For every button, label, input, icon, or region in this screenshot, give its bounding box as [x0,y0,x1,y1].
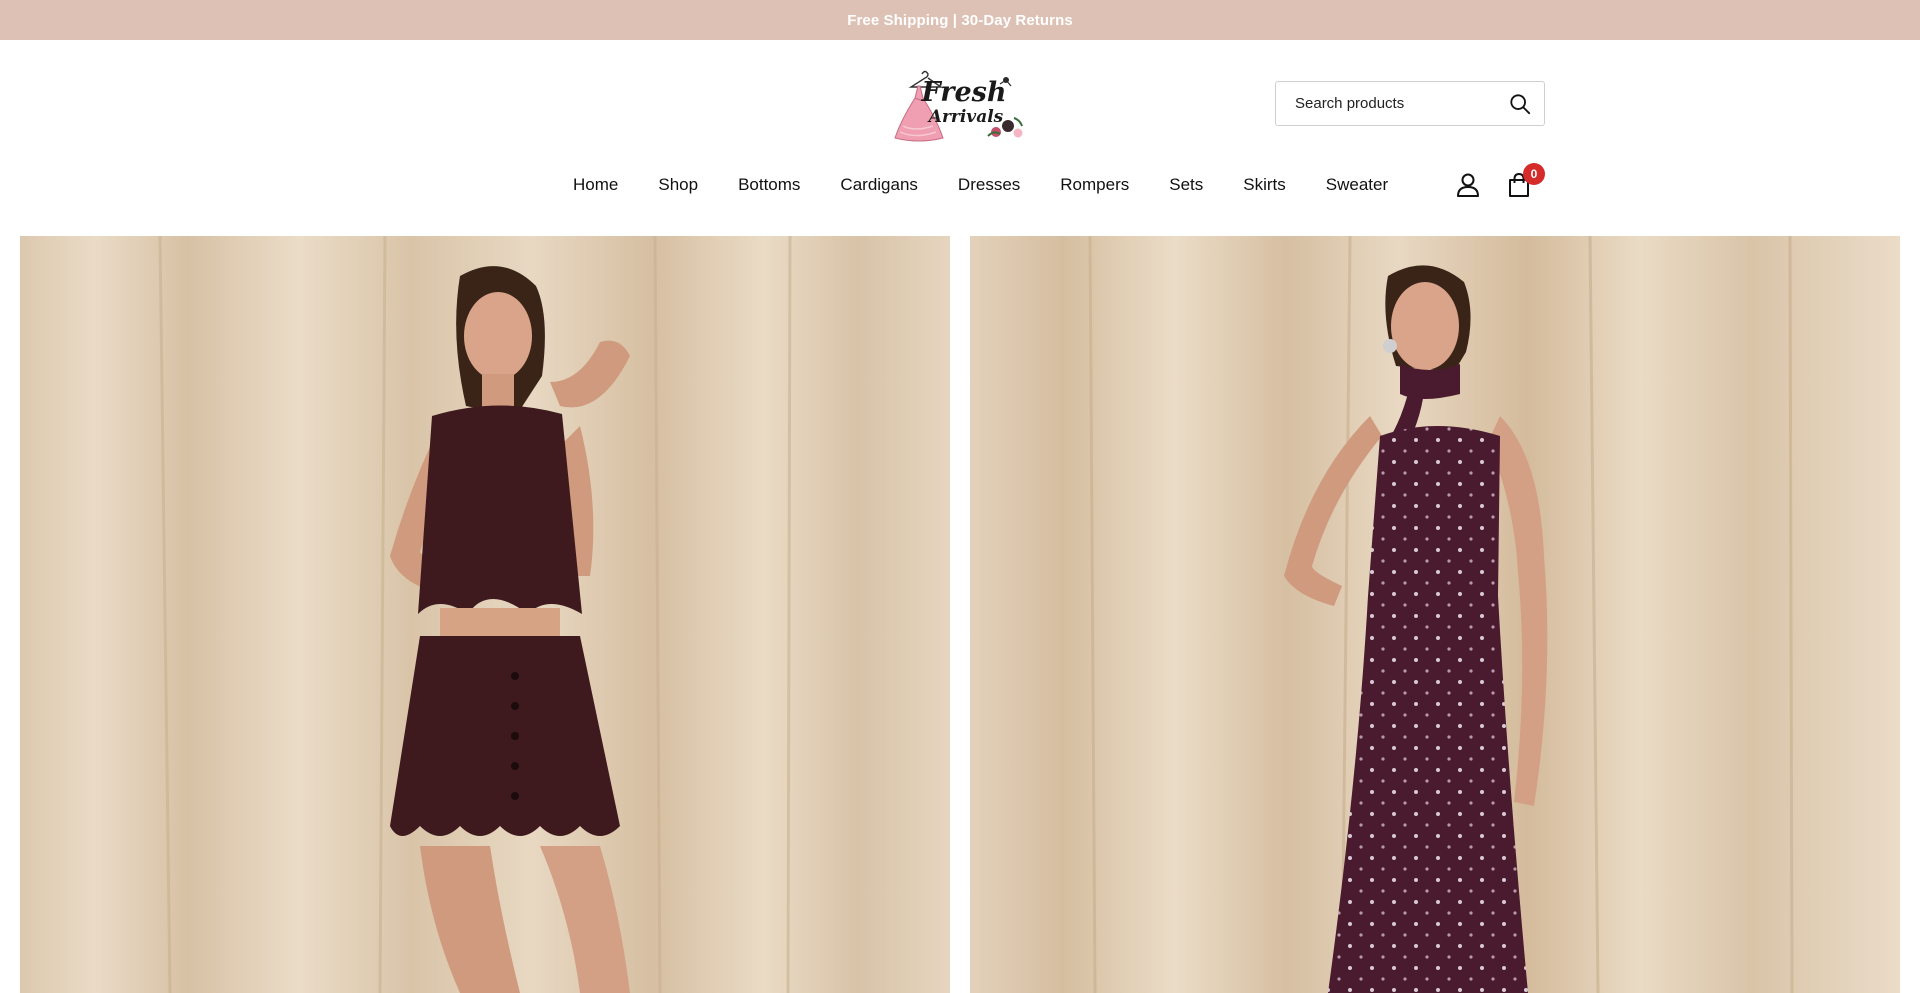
nav-item-skirts[interactable]: Skirts [1223,170,1306,200]
nav-item-shop[interactable]: Shop [638,170,718,200]
nav-item-home[interactable]: Home [553,170,638,200]
nav-item-sweater[interactable]: Sweater [1306,170,1408,200]
nav-item-bottoms[interactable]: Bottoms [718,170,820,200]
nav-item-sets[interactable]: Sets [1149,170,1223,200]
logo-text-arrivals: Arrivals [927,107,1004,127]
nav-item-dresses[interactable]: Dresses [938,170,1040,200]
store-logo[interactable]: Fresh Arrivals [888,66,1028,144]
model-in-sequin-slip-dress-image [970,236,1900,993]
nav-item-rompers[interactable]: Rompers [1040,170,1149,200]
main-nav: Home Shop Bottoms Cardigans Dresses Romp… [553,170,1408,200]
search-icon[interactable] [1508,92,1532,116]
logo-text-fresh: Fresh [921,77,1007,108]
search-input[interactable] [1295,95,1508,112]
search-box [1275,81,1545,126]
nav-item-cardigans[interactable]: Cardigans [820,170,938,200]
hero-image-sequin-dress[interactable] [970,236,1900,993]
account-icon[interactable] [1456,172,1480,198]
hero-image-set-outfit[interactable] [20,236,950,993]
model-in-top-and-skirt-set-image [20,236,950,993]
announcement-bar: Free Shipping | 30-Day Returns [0,0,1920,40]
logo-image: Fresh Arrivals [894,70,1023,142]
announcement-text: Free Shipping | 30-Day Returns [847,11,1073,29]
cart-count-badge: 0 [1523,163,1545,185]
